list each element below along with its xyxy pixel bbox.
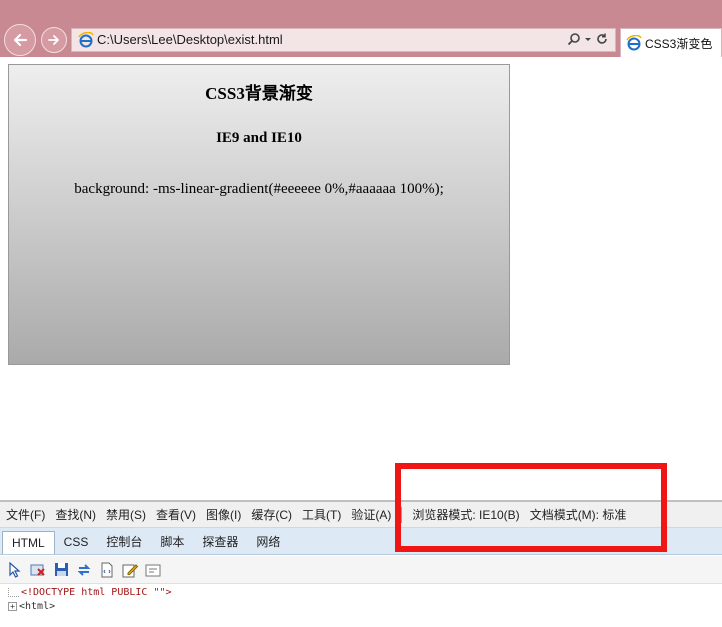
refresh-icon[interactable] [595,32,609,49]
tab-network[interactable]: 网络 [247,531,289,554]
highlight-annotation-box [395,463,667,552]
expand-icon[interactable]: + [8,602,17,611]
browser-title-bar: C:\Users\Lee\Desktop\exist.html CSS3渐变色 [0,0,722,57]
tree-node-html[interactable]: + <html> [8,601,55,612]
tree-connector [8,588,19,597]
address-bar[interactable]: C:\Users\Lee\Desktop\exist.html [71,28,616,52]
address-url: C:\Users\Lee\Desktop\exist.html [97,32,283,47]
menu-tools[interactable]: 工具(T) [302,506,341,523]
tab-css[interactable]: CSS [55,531,98,554]
dom-tree: <!DOCTYPE html PUBLIC ""> + <html> [0,585,722,627]
menu-validate[interactable]: 验证(A) [351,506,391,523]
tab-profiler[interactable]: 探查器 [193,531,247,554]
ie-icon [626,35,642,51]
tree-node-doctype[interactable]: <!DOCTYPE html PUBLIC ""> [8,587,172,598]
tab-html[interactable]: HTML [2,531,55,554]
refresh-icon[interactable] [75,561,93,579]
select-element-icon[interactable] [6,561,24,579]
save-icon[interactable] [52,561,70,579]
chevron-down-icon[interactable] [584,32,592,49]
menu-file[interactable]: 文件(F) [6,506,45,523]
word-wrap-icon[interactable] [98,561,116,579]
clear-icon[interactable] [29,561,47,579]
gradient-demo-box: CSS3背景渐变 IE9 and IE10 background: -ms-li… [8,64,510,365]
dom-page-icon[interactable] [144,561,162,579]
html-tag-text: <html> [19,601,56,612]
tab-console[interactable]: 控制台 [97,531,151,554]
tab-title: CSS3渐变色 [645,37,713,51]
address-tools [567,32,609,49]
menu-find[interactable]: 查找(N) [55,506,96,523]
menu-disable[interactable]: 禁用(S) [106,506,146,523]
browser-tab[interactable]: CSS3渐变色 [620,28,722,57]
gradient-code-text: background: -ms-linear-gradient(#eeeeee … [74,181,444,197]
page-subtitle: IE9 and IE10 [216,130,302,146]
arrow-left-icon [13,33,28,47]
tab-script[interactable]: 脚本 [151,531,193,554]
search-icon[interactable] [567,32,581,49]
devtools-toolbar [0,556,722,584]
ie-icon [78,32,94,48]
menu-images[interactable]: 图像(I) [206,506,241,523]
forward-button[interactable] [41,27,67,53]
edit-icon[interactable] [121,561,139,579]
back-button[interactable] [4,24,36,56]
menu-cache[interactable]: 缓存(C) [251,506,292,523]
page-title: CSS3背景渐变 [205,84,313,103]
arrow-right-icon [48,35,59,45]
doctype-text: <!DOCTYPE html PUBLIC ""> [21,587,172,598]
menu-view[interactable]: 查看(V) [156,506,196,523]
